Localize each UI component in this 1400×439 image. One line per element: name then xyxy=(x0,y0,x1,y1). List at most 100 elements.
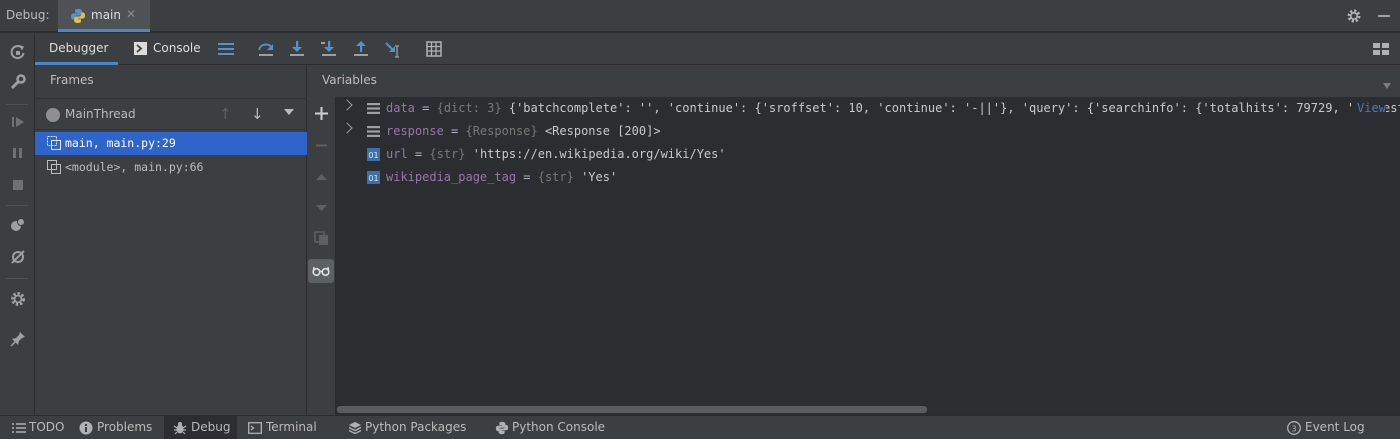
event-log-count: 3 xyxy=(1291,424,1296,433)
python-console-button[interactable]: Python Console xyxy=(495,416,615,439)
tab-debugger[interactable]: Debugger xyxy=(35,33,118,65)
layout-settings-icon[interactable] xyxy=(1372,40,1390,58)
show-execution-point-icon[interactable] xyxy=(217,40,235,58)
list-icon xyxy=(367,126,380,137)
show-watches-toggle[interactable] xyxy=(308,259,334,283)
evaluate-expression-icon[interactable] xyxy=(425,40,443,58)
chevron-right-icon[interactable] xyxy=(341,99,353,111)
problems-button[interactable]: Problems xyxy=(79,416,157,439)
bottom-tool-bar: TODO Problems Debug Terminal Python Pack… xyxy=(0,415,1400,439)
variable-value: 'Yes' xyxy=(573,170,618,184)
move-down-icon[interactable] xyxy=(313,199,330,216)
todo-button[interactable]: TODO xyxy=(12,416,72,439)
event-log-icon: 3 xyxy=(1287,421,1301,435)
terminal-button[interactable]: Terminal xyxy=(248,416,328,439)
gear-icon[interactable] xyxy=(1346,8,1362,24)
variable-equals: = xyxy=(516,170,538,184)
variable-name: response xyxy=(386,124,444,138)
chevron-right-icon[interactable] xyxy=(341,122,353,134)
chevron-down-icon[interactable] xyxy=(284,109,294,115)
variable-value: {'batchcomplete': '', 'continue': {'srof… xyxy=(501,101,1400,115)
variable-name: data xyxy=(386,101,415,115)
settings-icon[interactable] xyxy=(9,290,27,308)
variable-name: wikipedia_page_tag xyxy=(386,170,517,184)
variable-row-response[interactable]: response = {Response} <Response [200]> xyxy=(336,121,1400,144)
separator xyxy=(6,205,28,206)
minimize-icon[interactable] xyxy=(1378,15,1390,17)
stop-icon[interactable] xyxy=(9,176,27,194)
problems-label: Problems xyxy=(97,420,153,434)
left-tool-strip xyxy=(0,33,35,415)
svg-text:01: 01 xyxy=(368,151,378,160)
variable-row-data[interactable]: data = {dict: 3} {'batchcomplete': '', '… xyxy=(336,98,1400,121)
debug-tab-bar: Debugger Console xyxy=(35,33,1400,65)
python-console-label: Python Console xyxy=(512,420,606,434)
scroll-indicator-icon[interactable] xyxy=(1383,83,1391,89)
arrow-up-icon[interactable]: ↑ xyxy=(219,105,232,123)
debug-button[interactable]: Debug xyxy=(164,416,237,439)
python-icon xyxy=(71,9,85,23)
debug-label: Debug: xyxy=(6,8,50,22)
frame-row[interactable]: main, main.py:29 xyxy=(35,132,307,155)
view-breakpoints-icon[interactable] xyxy=(9,216,27,234)
variables-header: Variables xyxy=(307,65,1400,97)
remove-watch-icon[interactable] xyxy=(313,137,330,154)
thread-selector[interactable]: MainThread ↑ ↓ xyxy=(35,98,307,130)
copy-icon[interactable] xyxy=(313,230,330,247)
console-icon xyxy=(134,42,147,55)
terminal-icon xyxy=(248,422,262,434)
str-icon: 01 xyxy=(367,171,380,184)
scrollbar-thumb[interactable] xyxy=(337,406,927,413)
pause-icon[interactable] xyxy=(9,144,27,162)
python-packages-button[interactable]: Python Packages xyxy=(348,416,473,439)
variables-tree: data = {dict: 3} {'batchcomplete': '', '… xyxy=(336,97,1400,415)
horizontal-scrollbar[interactable] xyxy=(336,404,1400,415)
variable-equals: = xyxy=(443,124,466,138)
frames-title: Frames xyxy=(50,73,94,87)
step-out-icon[interactable] xyxy=(352,40,370,58)
move-up-icon[interactable] xyxy=(313,169,330,186)
variables-title: Variables xyxy=(322,73,377,87)
todo-label: TODO xyxy=(29,420,65,434)
wrench-icon[interactable] xyxy=(9,73,27,91)
close-icon[interactable]: ✕ xyxy=(126,7,136,21)
rerun-icon[interactable] xyxy=(9,43,27,61)
mute-breakpoints-icon[interactable] xyxy=(9,248,27,266)
terminal-label: Terminal xyxy=(266,420,317,434)
debug-label: Debug xyxy=(191,420,231,434)
run-tab-main[interactable]: main ✕ xyxy=(58,0,150,32)
info-icon xyxy=(79,421,93,435)
thread-icon xyxy=(46,108,60,122)
str-icon: 01 xyxy=(367,148,380,161)
variable-type: {dict: 3} xyxy=(436,101,502,115)
frame-label: main, main.py:29 xyxy=(65,136,176,150)
variable-value: <Response [200]> xyxy=(537,124,661,138)
variable-type: {Response} xyxy=(465,124,538,138)
bug-icon xyxy=(173,422,187,435)
resume-icon[interactable] xyxy=(9,113,27,131)
variable-row-url[interactable]: 01 url = {str} 'https://en.wikipedia.org… xyxy=(336,144,1400,167)
tab-console-label: Console xyxy=(153,41,201,55)
step-into-my-code-icon[interactable] xyxy=(320,40,338,58)
view-link[interactable]: View xyxy=(1355,101,1386,115)
frame-row[interactable]: <module>, main.py:66 xyxy=(35,156,307,179)
run-to-cursor-icon[interactable] xyxy=(384,40,402,58)
variable-row-wikipedia-page-tag[interactable]: 01 wikipedia_page_tag = {str} 'Yes' xyxy=(336,167,1400,190)
separator xyxy=(6,278,28,279)
step-into-icon[interactable] xyxy=(288,40,306,58)
variable-type: {str} xyxy=(537,170,574,184)
add-watch-icon[interactable] xyxy=(313,105,330,122)
variable-value: 'https://en.wikipedia.org/wiki/Yes' xyxy=(465,147,726,161)
pin-icon[interactable] xyxy=(9,330,27,348)
arrow-down-icon[interactable]: ↓ xyxy=(251,105,264,123)
frames-panel: Frames MainThread ↑ ↓ main, main.py:29 <… xyxy=(35,65,307,415)
separator xyxy=(6,104,28,105)
variable-equals: = xyxy=(414,101,437,115)
todo-icon xyxy=(12,423,26,433)
frame-icon xyxy=(47,136,61,150)
event-log-label: Event Log xyxy=(1305,420,1365,434)
step-over-icon[interactable] xyxy=(257,40,275,58)
event-log-button[interactable]: 3 Event Log xyxy=(1287,416,1377,439)
frame-icon xyxy=(47,160,61,174)
run-tab-label: main xyxy=(91,8,121,22)
